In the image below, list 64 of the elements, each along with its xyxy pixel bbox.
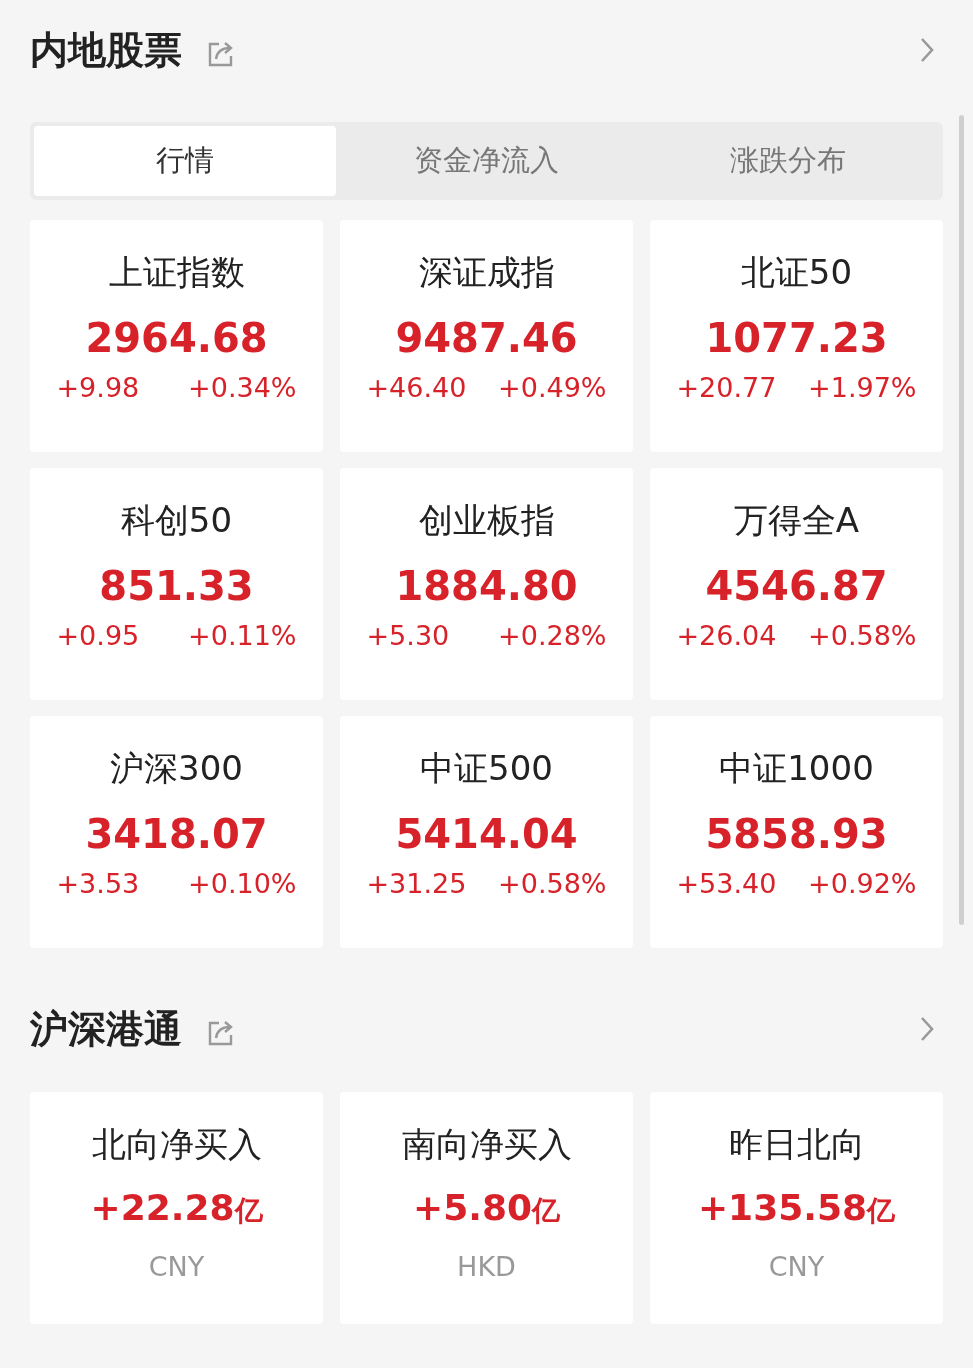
flow-name: 南向净买入 [401,1123,572,1166]
index-name: 沪深300 [110,747,243,790]
index-value: 1077.23 [705,314,888,363]
change-percent: +1.97% [808,372,917,403]
index-name: 中证500 [420,747,553,790]
index-card[interactable]: 万得全A 4546.87 +26.04 +0.58% [650,468,943,700]
flow-value: +5.80 [413,1187,532,1228]
index-name: 科创50 [120,499,233,542]
change-percent: +0.34% [188,372,297,403]
change-percent: +0.10% [188,868,297,899]
section-title: 内地股票 [30,26,182,74]
index-name: 上证指数 [108,251,245,294]
index-name: 深证成指 [418,251,555,294]
change-value: +20.77 [676,372,777,403]
change-value: +0.95 [56,620,140,651]
index-value: 2964.68 [85,314,268,363]
change-value: +31.25 [366,868,467,899]
flow-name: 北向净买入 [91,1123,262,1166]
index-name: 北证50 [740,251,853,294]
flow-card[interactable]: 昨日北向 +135.58亿 CNY [650,1092,943,1324]
index-card[interactable]: 上证指数 2964.68 +9.98 +0.34% [30,220,323,452]
index-value: 851.33 [99,562,254,611]
index-card[interactable]: 科创50 851.33 +0.95 +0.11% [30,468,323,700]
currency-label: HKD [457,1251,516,1282]
flow-name: 昨日北向 [728,1123,865,1166]
index-card[interactable]: 创业板指 1884.80 +5.30 +0.28% [340,468,633,700]
change-percent: +0.58% [808,620,917,651]
change-value: +9.98 [56,372,140,403]
change-percent: +0.28% [498,620,607,651]
change-value: +46.40 [366,372,467,403]
index-name: 中证1000 [719,747,874,790]
tab[interactable]: 行情 [34,126,336,196]
change-value: +3.53 [56,868,140,899]
index-name: 万得全A [733,499,860,542]
unit-label: 亿 [234,1194,263,1227]
index-card[interactable]: 北证50 1077.23 +20.77 +1.97% [650,220,943,452]
index-value: 3418.07 [85,810,268,859]
currency-label: CNY [148,1251,205,1282]
flow-value: +22.28 [90,1187,235,1228]
index-card[interactable]: 沪深300 3418.07 +3.53 +0.10% [30,716,323,948]
flow-card[interactable]: 北向净买入 +22.28亿 CNY [30,1092,323,1324]
change-value: +5.30 [366,620,450,651]
index-value: 1884.80 [395,562,578,611]
change-value: +53.40 [676,868,777,899]
change-percent: +0.58% [498,868,607,899]
change-value: +26.04 [676,620,777,651]
section-title: 沪深港通 [30,1005,182,1053]
currency-label: CNY [768,1251,825,1282]
unit-label: 亿 [532,1194,560,1227]
index-value: 5414.04 [395,810,578,859]
index-value: 9487.46 [395,314,578,363]
index-value: 4546.87 [705,562,888,611]
index-name: 创业板指 [418,499,555,542]
flow-card[interactable]: 南向净买入 +5.80亿 HKD [340,1092,633,1324]
index-value: 5858.93 [705,810,888,859]
change-percent: +0.49% [498,372,607,403]
tab[interactable]: 涨跌分布 [637,126,939,196]
index-card[interactable]: 中证500 5414.04 +31.25 +0.58% [340,716,633,948]
index-card[interactable]: 中证1000 5858.93 +53.40 +0.92% [650,716,943,948]
tab[interactable]: 资金净流入 [335,126,638,196]
unit-label: 亿 [867,1194,896,1227]
change-percent: +0.11% [188,620,297,651]
index-card[interactable]: 深证成指 9487.46 +46.40 +0.49% [340,220,633,452]
change-percent: +0.92% [808,868,917,899]
